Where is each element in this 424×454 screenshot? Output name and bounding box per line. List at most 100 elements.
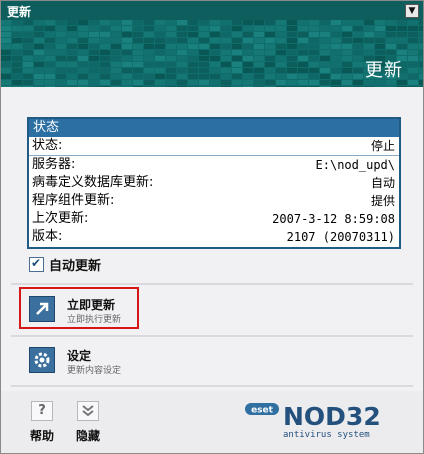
banner-tile [133,86,143,87]
banner-tile [12,62,22,67]
banner-tile [232,80,242,85]
banner-tile [232,56,242,61]
banner-tile [177,26,187,31]
auto-update-checkbox[interactable]: ✔ [29,256,44,272]
banner-tile [122,56,132,61]
banner-tile [276,74,286,79]
banner-tile [342,68,352,73]
banner-tile [364,86,374,87]
banner-tile [243,86,253,87]
banner-tile [375,50,385,55]
chevron-down-icon[interactable]: ▼ [405,4,419,18]
banner-tile [375,44,385,49]
banner-tile [320,32,330,37]
banner-tile [408,74,418,79]
banner-tile [111,38,121,43]
banner-tile [67,38,77,43]
banner-tile [34,26,44,31]
banner-tile [133,32,143,37]
banner-tile [265,86,275,87]
banner-tile [309,80,319,85]
banner-tile [210,32,220,37]
banner-tile [23,62,33,67]
banner-tile [210,20,220,25]
banner-tile [89,68,99,73]
banner-tile [12,32,22,37]
banner-tile [397,20,407,25]
banner-tile [45,26,55,31]
last-update-row: 上次更新: 2007-3-12 8:59:08 [29,210,399,228]
banner-tile [100,56,110,61]
banner-tile [243,74,253,79]
banner-tile [45,32,55,37]
banner-tile-pattern [1,20,423,87]
banner-tile [89,44,99,49]
banner-tile [287,74,297,79]
banner-tile [397,86,407,87]
banner-tile [100,38,110,43]
status-panel-header: 状态 [29,119,399,137]
banner-tile [34,86,44,87]
banner-tile [12,26,22,31]
banner-tile [166,80,176,85]
settings-title: 设定 [67,349,92,363]
banner-tile [408,68,418,73]
banner-tile [177,80,187,85]
banner-tile [78,56,88,61]
version-label: 版本: [32,229,63,244]
banner-tile [67,62,77,67]
logo-tagline: antivirus system [283,430,370,440]
banner-tile [67,26,77,31]
banner-tile [243,38,253,43]
banner-tile [342,62,352,67]
banner-tile [78,20,88,25]
banner-tile [276,20,286,25]
banner-tile [155,50,165,55]
banner-tile [331,26,341,31]
banner-tile [232,44,242,49]
version-row: 版本: 2107 (20070311) [29,228,399,246]
banner-tile [408,26,418,31]
banner-tile [1,32,11,37]
banner-tile [67,80,77,85]
banner-tile [166,56,176,61]
help-label: 帮助 [29,429,54,443]
banner-tile [177,74,187,79]
banner-tile [144,50,154,55]
banner-tile [100,86,110,87]
banner-tile [23,20,33,25]
banner-tile [144,38,154,43]
banner-tile [78,62,88,67]
banner-tile [276,26,286,31]
last-update-value: 2007-3-12 8:59:08 [272,212,395,226]
banner-tile [276,86,286,87]
banner-tile [320,62,330,67]
banner-tile [133,44,143,49]
hide-button[interactable]: 隐藏 [71,401,105,444]
banner-tile [122,20,132,25]
banner-tile [419,20,423,25]
banner-tile [45,86,55,87]
banner-tile [419,80,423,85]
banner-tile [34,38,44,43]
banner-tile [342,74,352,79]
banner-tile [1,20,11,25]
banner-tile [210,26,220,31]
banner-tile [309,62,319,67]
banner-tile [298,74,308,79]
help-button[interactable]: ? 帮助 [25,401,59,444]
banner-tile [419,32,423,37]
banner-tile [34,56,44,61]
banner-tile [89,62,99,67]
banner-tile [34,32,44,37]
banner-tile [276,62,286,67]
banner-tile [210,68,220,73]
banner-tile [221,50,231,55]
banner-tile [1,26,11,31]
title-bar: 更新 ▼ [1,1,423,20]
banner-tile [67,20,77,25]
banner-tile [45,68,55,73]
banner-tile [199,80,209,85]
banner-tile [177,32,187,37]
banner-tile [12,74,22,79]
